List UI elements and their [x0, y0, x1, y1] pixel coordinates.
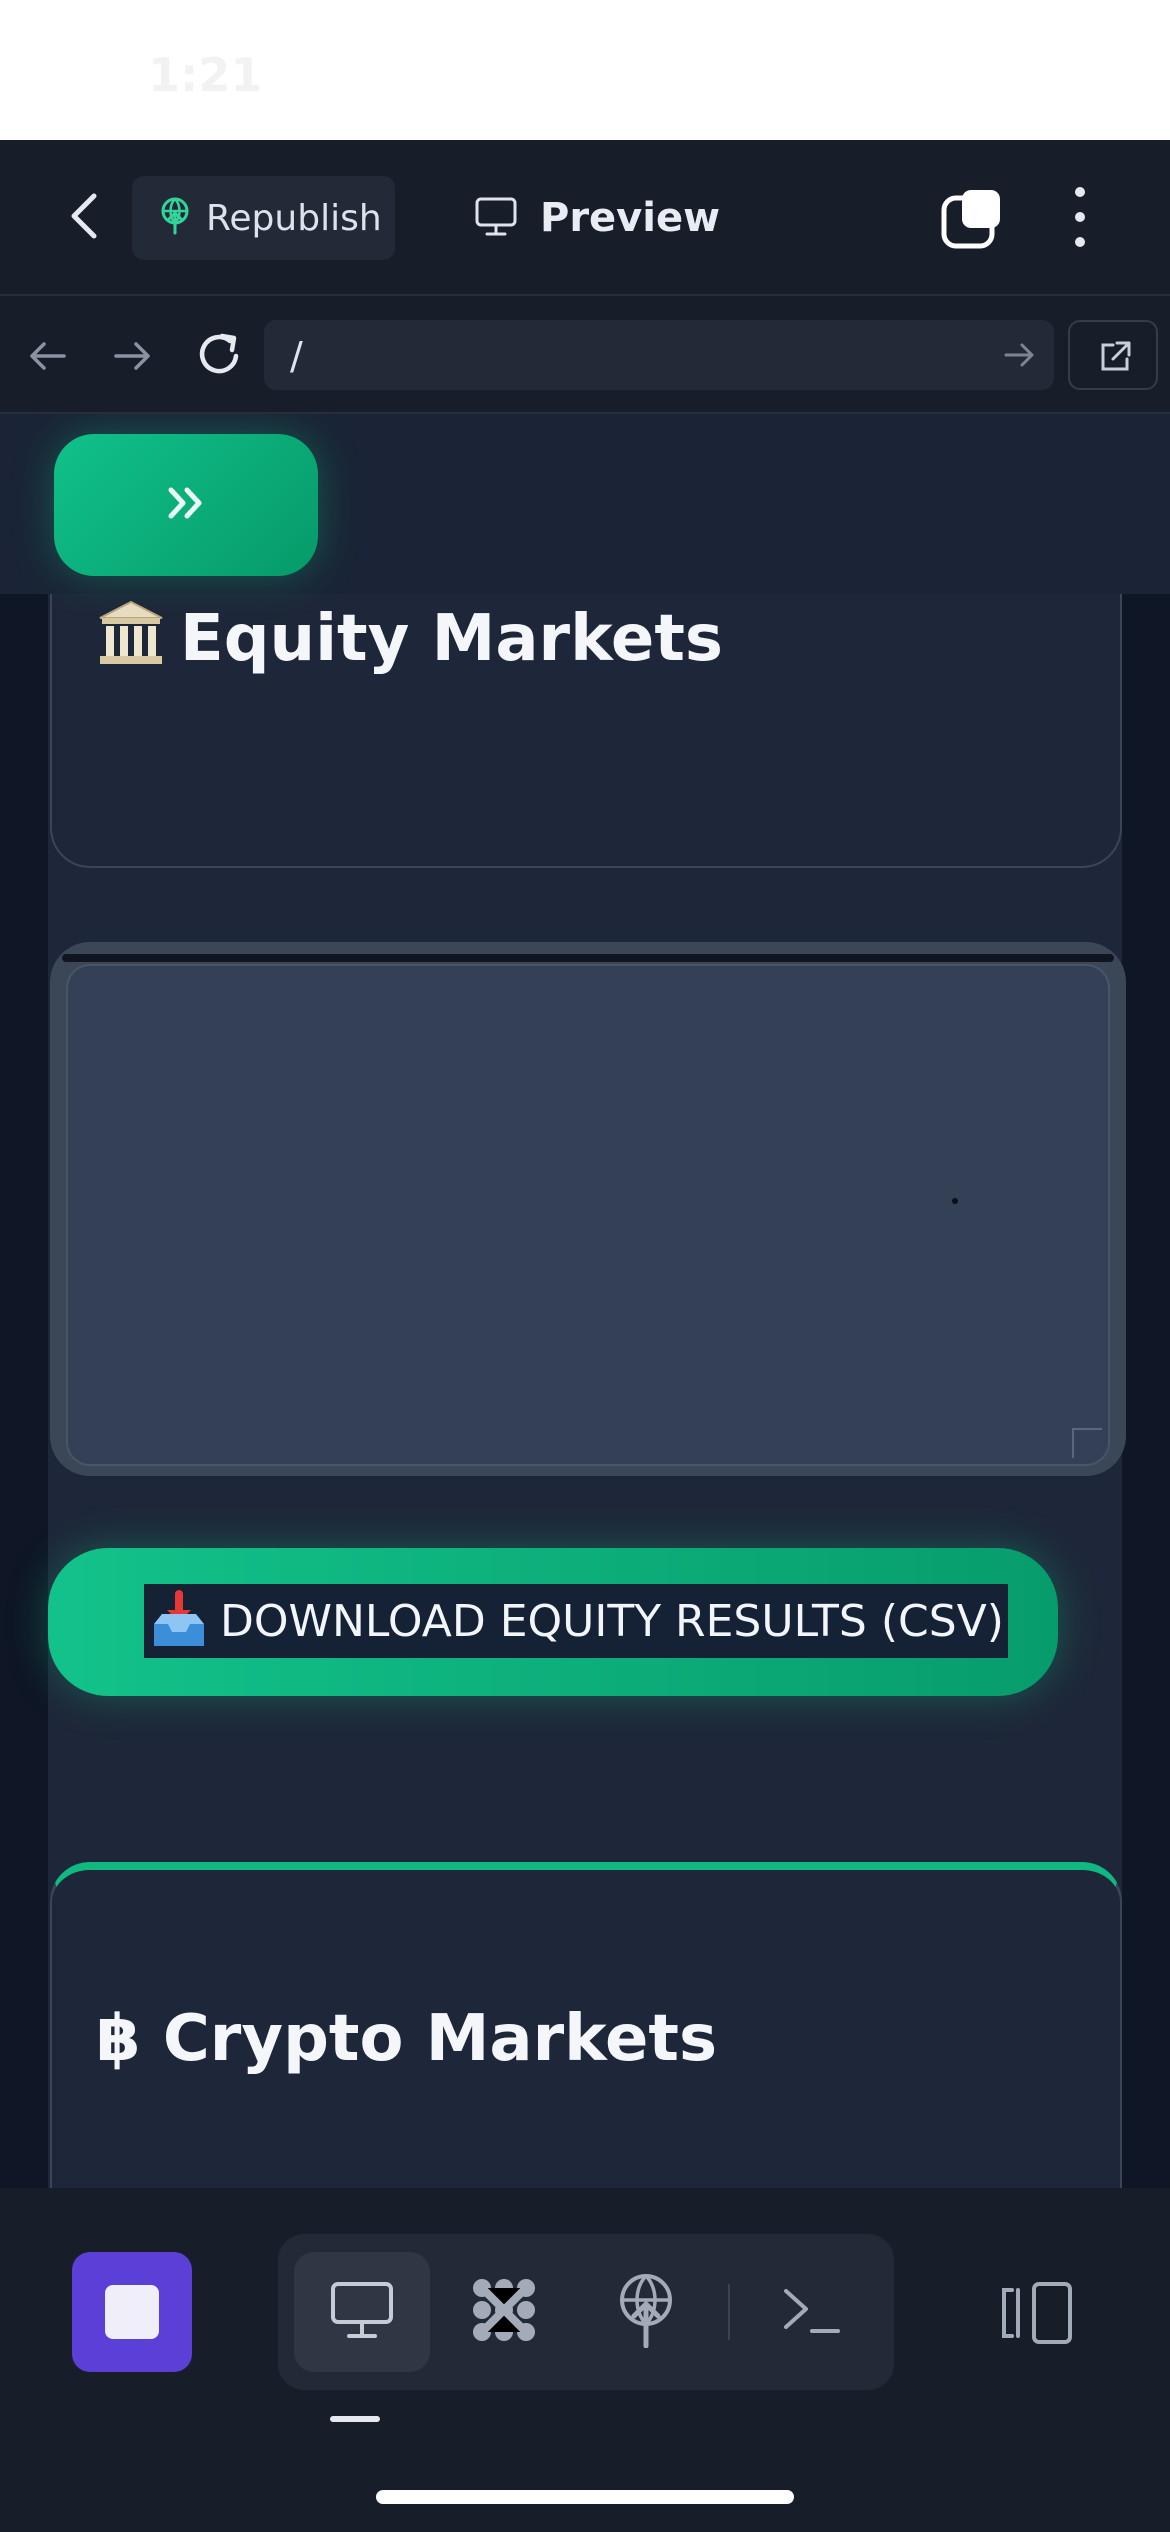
- mode-deploy[interactable]: [578, 2252, 714, 2372]
- more-vertical-icon[interactable]: [1060, 184, 1100, 250]
- bottom-toolbar: [0, 2188, 1170, 2532]
- download-equity-text: DOWNLOAD EQUITY RESULTS (CSV): [220, 1595, 1004, 1647]
- mode-switcher: [278, 2234, 894, 2390]
- signal-icon: [876, 56, 926, 86]
- status-bar: 1:21: [0, 0, 1170, 140]
- download-equity-label: DOWNLOAD EQUITY RESULTS (CSV): [144, 1584, 1008, 1658]
- open-external-button[interactable]: [1068, 320, 1158, 390]
- status-time: 1:21: [148, 48, 263, 102]
- tabs-icon[interactable]: [940, 186, 1004, 250]
- republish-button[interactable]: Republish: [132, 176, 395, 260]
- status-icons: [876, 56, 1070, 86]
- download-equity-button[interactable]: DOWNLOAD EQUITY RESULTS (CSV): [48, 1548, 1058, 1696]
- battery-icon: [1020, 56, 1070, 86]
- sticky-header: [0, 414, 1170, 594]
- equity-chart-area[interactable]: [66, 964, 1110, 1466]
- go-arrow-icon[interactable]: [1002, 338, 1036, 372]
- globe-upload-icon: [614, 2272, 678, 2352]
- nodes-icon: [468, 2274, 540, 2350]
- mode-divider: [728, 2284, 730, 2340]
- preview-button[interactable]: Preview: [474, 176, 720, 260]
- republish-globe-icon: [158, 197, 192, 239]
- url-input[interactable]: /: [264, 320, 1054, 390]
- sidebar-toggle-button[interactable]: [54, 434, 318, 576]
- republish-label: Republish: [206, 197, 382, 239]
- mode-workflow[interactable]: [436, 2252, 572, 2372]
- equity-chart-frame: [50, 942, 1126, 1476]
- double-chevron-right-icon: [161, 478, 211, 532]
- active-mode-indicator: [330, 2416, 380, 2422]
- stop-button[interactable]: [72, 2252, 192, 2372]
- mode-shell[interactable]: [744, 2252, 880, 2372]
- monitor-icon: [474, 194, 518, 242]
- wifi-icon: [948, 56, 998, 86]
- monitor-icon: [329, 2280, 395, 2344]
- equity-section-title: Equity Markets: [96, 598, 723, 676]
- inbox-tray-icon: [148, 1590, 210, 1652]
- device-toggle-icon[interactable]: [1000, 2280, 1074, 2346]
- url-text: /: [290, 334, 303, 378]
- bank-icon: [96, 598, 166, 668]
- terminal-icon: [782, 2285, 842, 2339]
- preview-content[interactable]: Equity Markets DOWNLOAD EQUITY RESULTS (…: [0, 414, 1170, 2188]
- arrow-left-icon[interactable]: [24, 332, 72, 380]
- chart-dot: [952, 1198, 958, 1204]
- resize-handle-icon[interactable]: [1072, 1428, 1102, 1458]
- chart-toolbar-strip: [62, 954, 1114, 962]
- stop-icon: [105, 2285, 159, 2339]
- chevron-left-icon[interactable]: [58, 186, 114, 246]
- home-indicator: [376, 2490, 794, 2504]
- top-toolbar: Republish Preview: [0, 140, 1170, 296]
- crypto-section-title: ฿ Crypto Markets: [96, 2002, 718, 2076]
- browser-url-bar: /: [0, 296, 1170, 414]
- equity-title-text: Equity Markets: [180, 602, 723, 676]
- reload-icon[interactable]: [192, 326, 248, 382]
- arrow-right-icon[interactable]: [108, 332, 156, 380]
- preview-label: Preview: [540, 195, 721, 241]
- mode-desktop[interactable]: [294, 2252, 430, 2372]
